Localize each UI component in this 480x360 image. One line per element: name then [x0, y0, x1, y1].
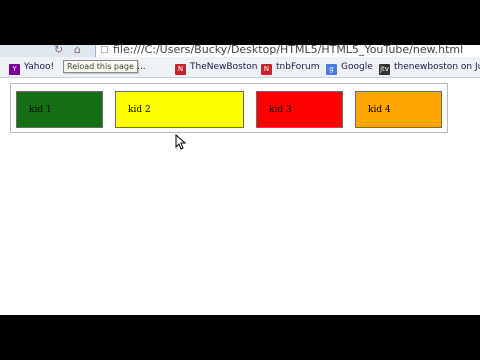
- home-icon[interactable]: ⌂: [74, 45, 81, 56]
- address-bar[interactable]: □ file:///C:/Users/Bucky/Desktop/HTML5/H…: [95, 45, 480, 57]
- url-text[interactable]: file:///C:/Users/Bucky/Desktop/HTML5/HTM…: [113, 45, 463, 56]
- browser-window: ↻ ⌂ □ file:///C:/Users/Bucky/Desktop/HTM…: [0, 45, 480, 315]
- kid-box-1: kid 1: [16, 91, 103, 128]
- bookmark-justin[interactable]: jtv thenewboston on Ju...: [379, 61, 480, 75]
- bookmark-google[interactable]: g Google: [326, 61, 373, 75]
- google-icon: g: [326, 64, 337, 75]
- video-frame: ↻ ⌂ □ file:///C:/Users/Bucky/Desktop/HTM…: [0, 0, 480, 360]
- justin-icon: jtv: [379, 64, 390, 75]
- bookmark-tnbforum[interactable]: NtnbForum: [261, 61, 319, 75]
- bookmark-yahoo[interactable]: Y Yahoo!: [9, 61, 54, 75]
- kid-box-2: kid 2: [115, 91, 244, 128]
- mouse-cursor-icon: [175, 134, 187, 150]
- bookmark-label: TheNewBoston: [190, 62, 258, 72]
- bookmark-label: Google: [341, 62, 373, 72]
- reload-icon[interactable]: ↻: [54, 45, 63, 56]
- parent-box: kid 1 kid 2 kid 3 kid 4: [10, 83, 448, 133]
- bookmark-label: tnbForum: [276, 62, 320, 72]
- yahoo-icon: Y: [9, 64, 20, 75]
- kid-label: kid 4: [368, 105, 391, 115]
- kid-box-4: kid 4: [355, 91, 442, 128]
- kid-label: kid 3: [269, 105, 292, 115]
- reload-tooltip: Reload this page: [63, 60, 138, 73]
- bookmark-label: Yahoo!: [24, 62, 55, 72]
- tnb-icon: N: [261, 64, 272, 75]
- address-toolbar: ↻ ⌂ □ file:///C:/Users/Bucky/Desktop/HTM…: [0, 45, 480, 57]
- tnb-icon: N: [175, 64, 186, 75]
- bookmark-label: thenewboston on Ju...: [394, 62, 480, 72]
- kid-box-3: kid 3: [256, 91, 343, 128]
- kid-label: kid 1: [29, 105, 52, 115]
- bookmark-thenewboston[interactable]: N TheNewBoston: [175, 61, 257, 75]
- page-icon: □: [100, 45, 109, 55]
- kid-label: kid 2: [128, 105, 151, 115]
